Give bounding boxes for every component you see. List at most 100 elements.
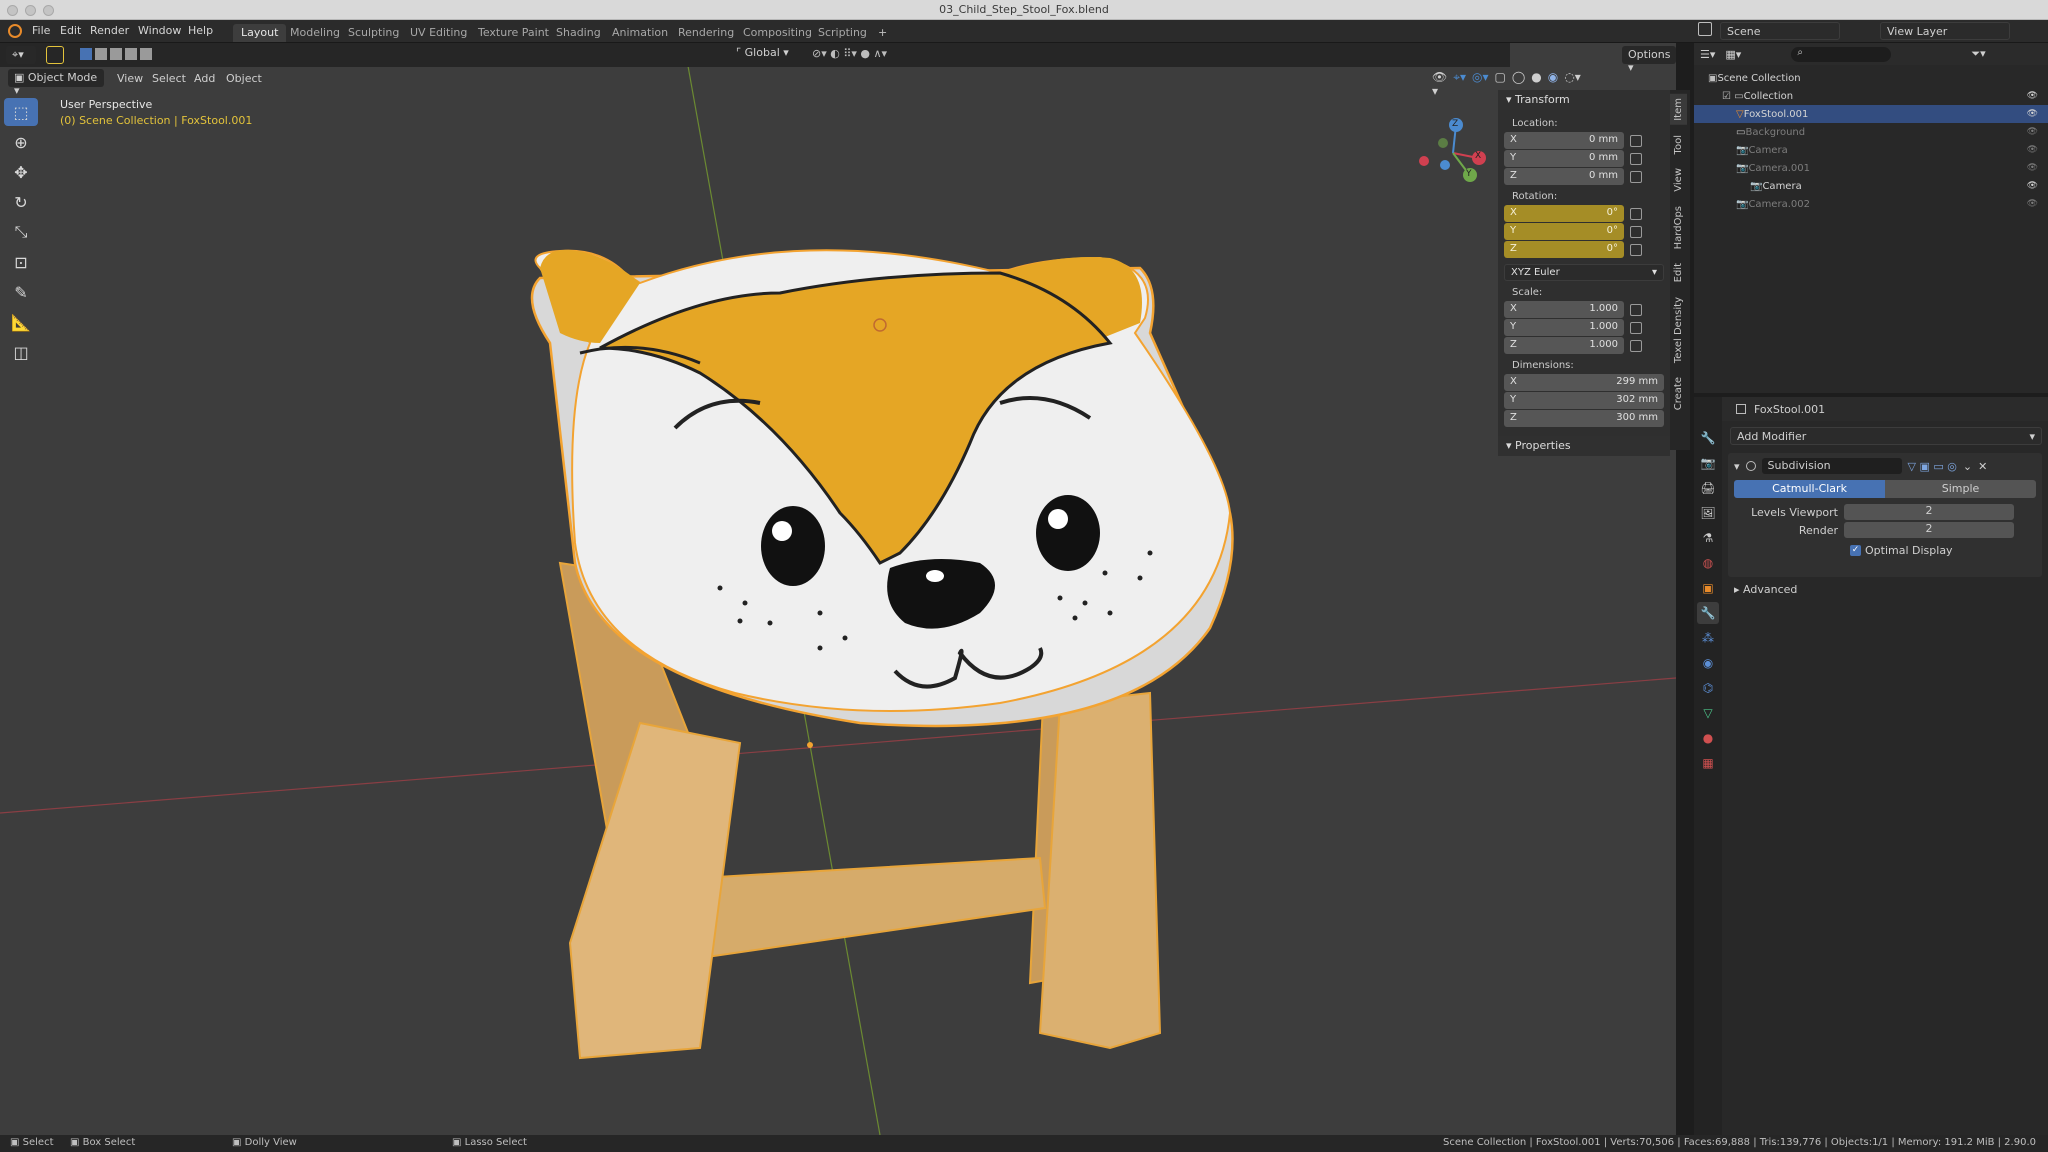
move-tool-icon[interactable]: ✥ [4,158,38,186]
outliner-row[interactable]: ▣ Scene Collection [1694,69,2048,87]
optimal-display-checkbox[interactable]: ✓ [1850,545,1861,556]
options-dropdown[interactable]: Options ▾ [1622,46,1677,74]
outliner-row[interactable]: ▽ FoxStool.001 👁 [1694,105,2048,123]
modifier-toggle-icons[interactable]: ▽ ▣ ▭ ◎ [1908,460,1957,473]
visibility-eye-icon[interactable]: 👁 [2027,91,2038,101]
tab-texture-paint[interactable]: Texture Paint [470,24,557,42]
texture-props-icon[interactable]: ▦ [1697,752,1719,774]
output-props-icon[interactable]: 🖨 [1697,477,1719,499]
lock-icon[interactable] [1630,134,1642,147]
mode-dropdown[interactable]: ▣ Object Mode ▾ [8,69,104,97]
levels-viewport-field[interactable]: 2 [1844,504,2014,520]
outliner-row[interactable]: ▭ Background 👁 [1694,123,2048,141]
lock-icon[interactable] [1630,339,1642,352]
outliner-search-input[interactable]: ⌕ [1791,46,1892,62]
tab-item[interactable]: Item [1670,94,1687,125]
menu-help[interactable]: Help [188,24,213,37]
lock-icon[interactable] [1630,243,1642,256]
navigation-gizmo[interactable]: X Z Y [1408,98,1498,208]
render-levels-field[interactable]: 2 [1844,522,2014,538]
advanced-subpanel[interactable]: ▸ Advanced [1734,583,2042,596]
outliner-row[interactable]: 📷 Camera.001 👁 [1694,159,2048,177]
lock-icon[interactable] [1630,207,1642,220]
menu-file[interactable]: File [32,24,50,37]
pivot-snap-controls[interactable]: ⊘▾ ◐ ⠿▾ ● ∧▾ [812,47,887,60]
render-props-icon[interactable]: 📷 [1697,452,1719,474]
visibility-eye-icon[interactable]: 👁 [2027,199,2038,209]
outliner-row[interactable]: 📷 Camera 👁 [1694,177,2048,195]
material-props-icon[interactable]: ● [1697,727,1719,749]
selection-mode-buttons[interactable] [80,48,164,62]
select-box-tool-icon[interactable]: ⬚ [4,98,38,126]
tab-rendering[interactable]: Rendering [670,24,742,42]
gizmo-toggle-icon[interactable]: ⌖▾ [1453,70,1466,98]
rotation-y-field[interactable]: Y 0° [1504,223,1624,240]
add-modifier-dropdown[interactable]: Add Modifier ▾ [1730,427,2042,445]
lock-icon[interactable] [1630,225,1642,238]
tab-hardops[interactable]: HardOps [1670,202,1687,253]
outliner-row[interactable]: ☑ ▭ Collection 👁 [1694,87,2048,105]
catmull-clark-button[interactable]: Catmull-Clark [1734,480,1885,498]
location-y-field[interactable]: Y 0 mm [1504,150,1624,167]
world-props-icon[interactable]: ◍ [1697,552,1719,574]
tab-uv-editing[interactable]: UV Editing [402,24,475,42]
tab-texel-density[interactable]: Texel Density [1670,293,1687,367]
blender-logo-icon[interactable] [8,24,22,38]
add-workspace-button[interactable]: + [870,24,895,42]
visibility-eye-icon[interactable]: 👁 [2027,163,2038,173]
cursor-tool-icon[interactable]: ⊕ [4,128,38,156]
select-tool-icon[interactable] [46,46,64,64]
transform-panel-header[interactable]: ▾ Transform [1498,90,1670,110]
visibility-eye-icon[interactable]: 👁 [2027,145,2038,155]
physics-props-icon[interactable]: ◉ [1697,652,1719,674]
transform-orientation-dropdown[interactable]: ⌜ Global ▾ [736,46,789,59]
rotate-tool-icon[interactable]: ↻ [4,188,38,216]
modifier-menu-icon[interactable]: ⌄ [1963,460,1972,473]
outliner-row[interactable]: 📷 Camera.002 👁 [1694,195,2048,213]
tab-tool[interactable]: Tool [1670,131,1687,158]
menu-window[interactable]: Window [138,24,181,37]
tab-layout[interactable]: Layout [233,24,287,42]
visibility-icon[interactable]: 👁▾ [1432,70,1447,98]
rotation-mode-dropdown[interactable]: XYZ Euler ▾ [1504,264,1664,281]
overlay-toggle-icon[interactable]: ◎▾ [1472,70,1489,98]
view-layer-props-icon[interactable]: 🖼 [1697,502,1719,524]
location-z-field[interactable]: Z 0 mm [1504,168,1624,185]
tab-animation[interactable]: Animation [604,24,676,42]
object-props-icon[interactable]: ▣ [1697,577,1719,599]
rotation-x-field[interactable]: X 0° [1504,205,1624,222]
lock-icon[interactable] [1630,152,1642,165]
simple-button[interactable]: Simple [1885,480,2036,498]
visibility-eye-icon[interactable]: 👁 [2027,109,2038,119]
modifier-props-icon[interactable]: 🔧 [1697,602,1719,624]
transform-tool-icon[interactable]: ⊡ [4,248,38,276]
dimensions-x-field[interactable]: X 299 mm [1504,374,1664,391]
filter-icon[interactable]: ⏷▾ [1971,47,1985,61]
particles-props-icon[interactable]: ⁂ [1697,627,1719,649]
scale-tool-icon[interactable]: ⤡ [4,218,38,246]
scale-z-field[interactable]: Z 1.000 [1504,337,1624,354]
viewport-menu-object[interactable]: Object [226,72,262,85]
tab-shading[interactable]: Shading [548,24,609,42]
annotate-tool-icon[interactable]: ✎ [4,278,38,306]
data-props-icon[interactable]: ▽ [1697,702,1719,724]
dimensions-z-field[interactable]: Z 300 mm [1504,410,1664,427]
viewport-menu-add[interactable]: Add [194,72,215,85]
constraints-props-icon[interactable]: ⌬ [1697,677,1719,699]
scene-props-icon[interactable]: ⚗ [1697,527,1719,549]
dimensions-y-field[interactable]: Y 302 mm [1504,392,1664,409]
outliner-row[interactable]: 📷 Camera 👁 [1694,141,2048,159]
visibility-eye-icon[interactable]: 👁 [2027,127,2038,137]
view-layer-selector[interactable]: View Layer [1880,22,2010,40]
lock-icon[interactable] [1630,303,1642,316]
outliner-editor-icon[interactable]: ☰▾ [1700,48,1715,61]
3d-viewport[interactable]: X Z Y [0,43,1676,1135]
location-x-field[interactable]: X 0 mm [1504,132,1624,149]
tab-create[interactable]: Create [1670,373,1687,414]
lock-icon[interactable] [1630,321,1642,334]
menu-render[interactable]: Render [90,24,129,37]
measure-tool-icon[interactable]: 📐 [4,308,38,336]
rotation-z-field[interactable]: Z 0° [1504,241,1624,258]
visibility-eye-icon[interactable]: 👁 [2027,181,2038,191]
properties-panel-header[interactable]: ▾ Properties [1498,436,1670,456]
